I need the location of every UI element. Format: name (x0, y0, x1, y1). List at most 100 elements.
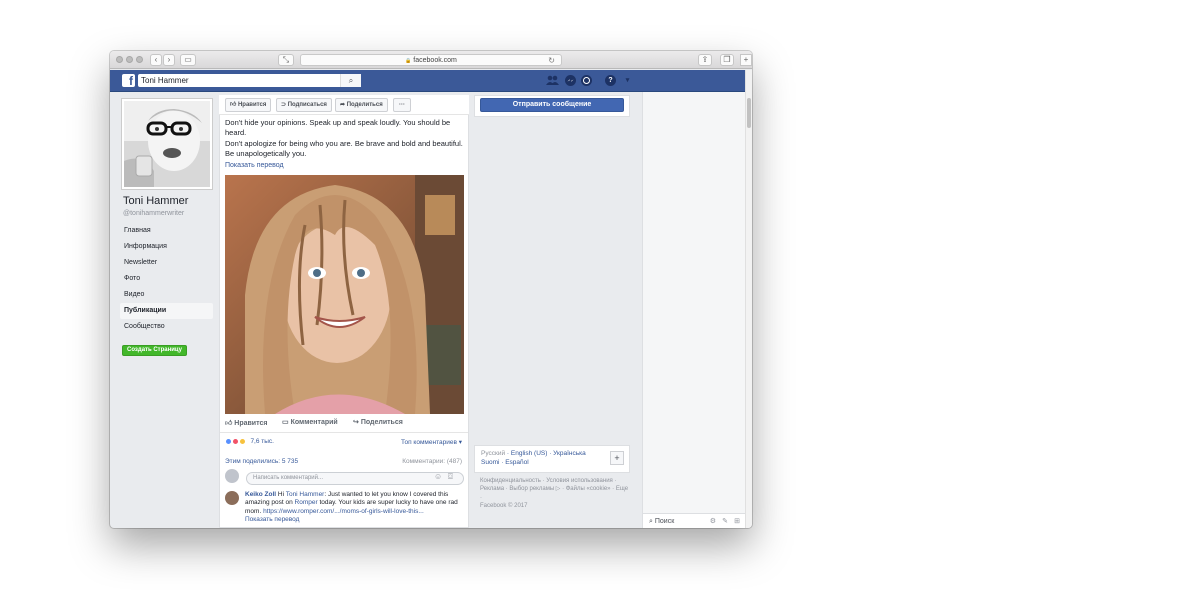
more-options-button[interactable]: ··· (393, 98, 411, 112)
comments-count[interactable]: Комментарии: (487) (402, 458, 462, 465)
send-message-box: Отправить сообщение (474, 95, 630, 117)
chat-sidebar: ⌕ Поиск ⚙ ✎ ⊞ (642, 92, 746, 528)
nav-item-posts[interactable]: Публикации (120, 303, 213, 319)
comment-text-a: Hi (276, 491, 286, 498)
wow-reaction-icon (238, 438, 246, 445)
comment-author[interactable]: Keiko Zoll (245, 491, 276, 498)
sticker-icon[interactable]: ⌼ (448, 472, 453, 482)
profile-handle: @tonihammerwriter (123, 210, 185, 217)
like-button[interactable]: 👍︎ Нравится (225, 418, 267, 427)
share-arrow-icon: ↪ (353, 419, 359, 426)
help-icon[interactable]: ? (605, 75, 616, 86)
comment-input[interactable]: Написать комментарий... (246, 472, 464, 485)
search-icon[interactable]: ⌕ (340, 74, 361, 87)
comment-bubble-icon: ▭ (282, 419, 289, 426)
comment-button[interactable]: ▭ Комментарий (282, 418, 338, 426)
comment-url[interactable]: https://www.romper.com/.../moms-of-girls… (263, 508, 424, 515)
page-share-button[interactable]: ➦ Поделиться (335, 98, 388, 112)
forward-icon[interactable]: › (163, 54, 175, 66)
chat-search-placeholder: Поиск (654, 518, 675, 525)
language-en[interactable]: English (US) (511, 450, 547, 457)
page-like-label: Нравится (237, 102, 267, 108)
chat-settings-icon[interactable]: ⚙ (710, 514, 716, 528)
thumbs-up-icon: 👍︎ (225, 420, 233, 427)
nav-item-newsletter[interactable]: Newsletter (120, 255, 213, 271)
comment-mention[interactable]: Toni Hammer (286, 491, 325, 498)
language-uk[interactable]: Українська (553, 450, 586, 457)
browser-toolbar: ‹ › ▭ ⤡ 🔒 facebook.com ↻ ⇪ ❐ + (110, 51, 752, 69)
reload-icon[interactable]: ↻ (548, 55, 555, 66)
language-ru[interactable]: Русский (481, 450, 505, 457)
reactions-count: 7,6 тыс. (250, 438, 274, 446)
group-chat-icon[interactable]: ⊞ (734, 514, 740, 528)
reactions-summary[interactable]: 7,6 тыс. (225, 438, 274, 445)
rss-icon: ⊃ (281, 102, 287, 108)
share-button[interactable]: ↪ Поделиться (353, 418, 403, 426)
tabs-icon[interactable]: ❐ (720, 54, 734, 66)
add-language-button[interactable]: + (610, 451, 624, 465)
facebook-header: f Toni Hammer ⌕ ? ▾ (110, 70, 745, 92)
share-label: Поделиться (360, 419, 403, 426)
share-icon[interactable]: ⇪ (698, 54, 712, 66)
address-bar[interactable]: 🔒 facebook.com ↻ (300, 54, 562, 66)
comment-label: Комментарий (290, 419, 338, 426)
scrollbar[interactable] (745, 70, 752, 528)
nav-item-about[interactable]: Информация (120, 239, 213, 255)
translate-link[interactable]: Показать перевод (225, 161, 463, 171)
share-arrow-icon: ➦ (340, 102, 346, 108)
footer-nav-links[interactable]: Конфиденциальность · Условия использован… (480, 477, 630, 502)
back-icon[interactable]: ‹ (150, 54, 162, 66)
close-window-button[interactable] (116, 56, 123, 63)
messenger-icon[interactable] (565, 75, 576, 86)
scrollbar-thumb[interactable] (747, 98, 751, 128)
create-page-button[interactable]: Создать Страницу (122, 345, 187, 356)
language-fi[interactable]: Suomi (481, 459, 499, 466)
copyright: Facebook © 2017 (480, 502, 528, 509)
emoji-icon[interactable]: ☺ (434, 472, 442, 481)
post-photo[interactable] (225, 175, 464, 414)
send-message-button[interactable]: Отправить сообщение (480, 98, 624, 112)
post-card: Don't hide your opinions. Speak up and s… (219, 95, 469, 528)
page-follow-button[interactable]: ⊃ Подписаться (276, 98, 332, 112)
comment-source-link[interactable]: Romper (295, 499, 318, 506)
zoom-window-button[interactable] (136, 56, 143, 63)
account-menu-icon[interactable]: ▾ (622, 75, 633, 86)
comment-author-avatar[interactable] (225, 491, 239, 505)
nav-item-photos[interactable]: Фото (120, 271, 213, 287)
post-text-line1: Don't hide your opinions. Speak up and s… (225, 118, 451, 137)
nav-item-community[interactable]: Сообщество (120, 319, 213, 335)
like-label: Нравится (234, 420, 268, 427)
profile-picture[interactable] (122, 99, 212, 189)
sidebar-toggle-icon[interactable]: ▭ (180, 54, 196, 66)
page-action-bar: 👍︎ Нравится ⊃ Подписаться ➦ Поделиться ·… (219, 95, 469, 115)
new-message-icon[interactable]: ✎ (722, 514, 728, 528)
browser-window: ‹ › ▭ ⤡ 🔒 facebook.com ↻ ⇪ ❐ + f Toni Ha… (110, 51, 752, 528)
search-input[interactable]: Toni Hammer (138, 74, 361, 87)
nav-item-videos[interactable]: Видео (120, 287, 213, 303)
comment-translate-link[interactable]: Показать перевод (245, 516, 299, 523)
page-nav: Главная Информация Newsletter Фото Видео… (120, 223, 213, 335)
shares-count[interactable]: Этим поделились: 5 735 (225, 458, 298, 465)
minimize-window-button[interactable] (126, 56, 133, 63)
footer-links: Конфиденциальность · Условия использован… (480, 477, 630, 510)
facebook-logo-icon[interactable]: f (122, 74, 135, 88)
notifications-globe-icon[interactable] (581, 75, 592, 86)
commenter-avatar (225, 469, 239, 483)
nav-item-home[interactable]: Главная (120, 223, 213, 239)
post-text-line2: Don't apologize for being who you are. B… (225, 139, 463, 158)
lock-icon: 🔒 (405, 58, 412, 64)
profile-name[interactable]: Toni Hammer (123, 195, 188, 207)
language-es[interactable]: Español (505, 459, 529, 466)
reader-icon[interactable]: ⤡ (278, 54, 294, 66)
friend-requests-icon[interactable] (546, 75, 559, 86)
love-reaction-icon (231, 438, 239, 445)
page-share-label: Поделиться (346, 102, 383, 108)
page-follow-label: Подписаться (287, 102, 327, 108)
comment-body: Keiko Zoll Hi Toni Hammer: Just wanted t… (245, 491, 465, 524)
page-like-button[interactable]: 👍︎ Нравится (225, 98, 272, 112)
top-comments-dropdown[interactable]: Топ комментариев ▾ (401, 438, 462, 446)
search-icon: ⌕ (649, 518, 653, 525)
chat-search-input[interactable]: ⌕ Поиск ⚙ ✎ ⊞ (643, 513, 746, 528)
new-tab-icon[interactable]: + (740, 54, 752, 66)
divider (220, 432, 468, 433)
